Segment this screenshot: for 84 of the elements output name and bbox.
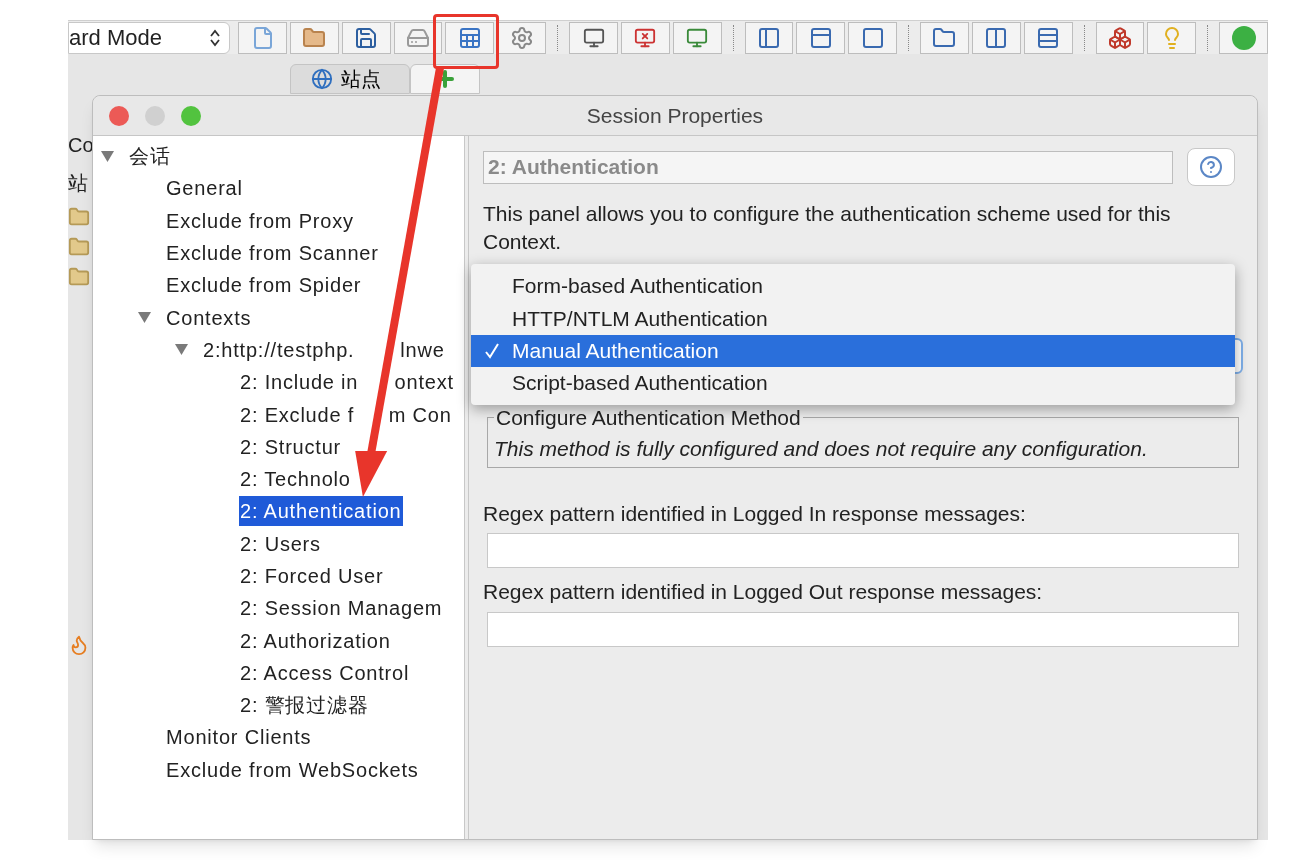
help-icon bbox=[1199, 155, 1223, 179]
header-field: 2: Authentication bbox=[483, 150, 1173, 184]
tree-item[interactable]: 会话 bbox=[128, 141, 172, 172]
tree-item[interactable]: 2: Include in bbox=[239, 367, 360, 398]
checkmark-icon bbox=[485, 342, 499, 359]
tree-item[interactable]: 2: Authentication bbox=[239, 496, 403, 527]
monitor-icon bbox=[686, 26, 709, 49]
tree-item-fragment: lnwe bbox=[400, 337, 445, 363]
tree-item[interactable]: Exclude from Scanner bbox=[165, 238, 380, 269]
monitor-x-button[interactable] bbox=[620, 21, 670, 54]
tree-item[interactable]: 2: 警报过滤器 bbox=[239, 690, 370, 721]
monitor-x-icon bbox=[634, 26, 657, 49]
tree-item[interactable]: General bbox=[165, 173, 244, 204]
tree-item[interactable]: Contexts bbox=[165, 302, 253, 333]
square-icon bbox=[860, 25, 885, 50]
tree-item[interactable]: 2: Forced User bbox=[239, 561, 385, 591]
dropdown-option[interactable]: Script-based Authentication bbox=[471, 366, 1235, 400]
description-text: This panel allows you to configure the authentication scheme used for this Context. bbox=[483, 201, 1172, 255]
status-button[interactable] bbox=[1219, 21, 1269, 54]
monitor-icon bbox=[582, 26, 605, 49]
dropdown-option[interactable]: Form-based Authentication bbox=[471, 270, 1235, 303]
table-document-button[interactable] bbox=[445, 21, 495, 54]
terminal-button[interactable] bbox=[672, 21, 722, 54]
layout-top-button[interactable] bbox=[796, 21, 846, 54]
layout-full-button[interactable] bbox=[848, 21, 898, 54]
tree-item[interactable]: Exclude from Spider bbox=[165, 270, 363, 301]
panel-left-icon bbox=[757, 25, 781, 50]
rows-icon bbox=[1036, 25, 1061, 50]
tree-item-fragment: m Con bbox=[388, 402, 452, 428]
tree-item[interactable]: 2: Users bbox=[239, 528, 322, 559]
highlight-frame bbox=[433, 14, 499, 69]
circle-icon bbox=[1230, 24, 1257, 51]
drive-button[interactable] bbox=[393, 21, 443, 54]
cut-off-label: Co bbox=[68, 133, 92, 158]
globe-icon bbox=[311, 68, 333, 90]
tree-item[interactable]: 2:http://testphp. bbox=[202, 334, 356, 365]
columns-layout-button[interactable] bbox=[971, 21, 1021, 54]
panel-top-icon bbox=[808, 25, 833, 50]
group-note: This method is fully configured and does not require any configuration. bbox=[494, 435, 1149, 462]
tree-item[interactable]: 2: Session Managem bbox=[239, 593, 444, 624]
table-icon bbox=[457, 25, 482, 50]
mode-select[interactable]: ard Mode bbox=[68, 21, 231, 54]
input-field[interactable] bbox=[487, 533, 1239, 568]
blocks-icon bbox=[1107, 25, 1132, 50]
dropdown-option[interactable]: Manual Authentication bbox=[471, 334, 1235, 367]
columns-icon bbox=[984, 25, 1009, 50]
tree-item[interactable]: Monitor Clients bbox=[165, 722, 313, 753]
settings-button[interactable] bbox=[497, 21, 547, 54]
tree-item[interactable]: 2: Structur bbox=[239, 431, 343, 462]
close-button[interactable] bbox=[109, 105, 129, 126]
rows-layout-button[interactable] bbox=[1023, 21, 1073, 54]
tree-item[interactable]: Exclude from WebSockets bbox=[165, 754, 420, 785]
blocks-button[interactable] bbox=[1095, 21, 1145, 54]
cut-off-label: 站 bbox=[68, 171, 89, 196]
monitor-button[interactable] bbox=[569, 21, 618, 54]
tree-item[interactable]: 2: Exclude f bbox=[239, 399, 356, 430]
expand-triangle-icon[interactable] bbox=[101, 150, 114, 162]
save-button[interactable] bbox=[341, 21, 391, 54]
help-button[interactable] bbox=[1187, 148, 1235, 186]
folder-icon bbox=[68, 266, 90, 288]
group-title: Configure Authentication Method bbox=[495, 405, 802, 431]
new-file-button[interactable] bbox=[238, 21, 287, 54]
tree-item[interactable]: 2: Technolo bbox=[239, 464, 352, 495]
folder-button[interactable] bbox=[289, 21, 339, 54]
gear-icon bbox=[509, 25, 534, 50]
chevrons-icon bbox=[209, 27, 222, 48]
tree-item[interactable]: 2: Access Control bbox=[239, 657, 411, 688]
expand-triangle-icon[interactable] bbox=[138, 312, 151, 324]
expand-triangle-icon[interactable] bbox=[175, 344, 188, 356]
tab[interactable]: 站点 bbox=[290, 64, 410, 94]
tree-item[interactable]: Exclude from Proxy bbox=[165, 205, 355, 236]
window-title: Session Properties bbox=[586, 102, 764, 129]
tabs-layout-button[interactable] bbox=[920, 21, 969, 54]
tree-item[interactable]: 2: Authorization bbox=[239, 625, 392, 656]
field-label: Regex pattern identified in Logged Out response messages: bbox=[483, 579, 1044, 605]
folder-icon bbox=[302, 25, 327, 50]
folder-icon bbox=[68, 206, 90, 228]
field-label: Regex pattern identified in Logged In response messages: bbox=[483, 500, 1027, 527]
tree-item-fragment: ontext bbox=[394, 370, 454, 396]
folder-icon bbox=[932, 25, 957, 50]
input-field[interactable] bbox=[487, 611, 1239, 647]
dropdown-option[interactable]: HTTP/NTLM Authentication bbox=[471, 302, 1235, 335]
layout-left-button[interactable] bbox=[744, 21, 794, 54]
folder-icon bbox=[68, 236, 90, 258]
